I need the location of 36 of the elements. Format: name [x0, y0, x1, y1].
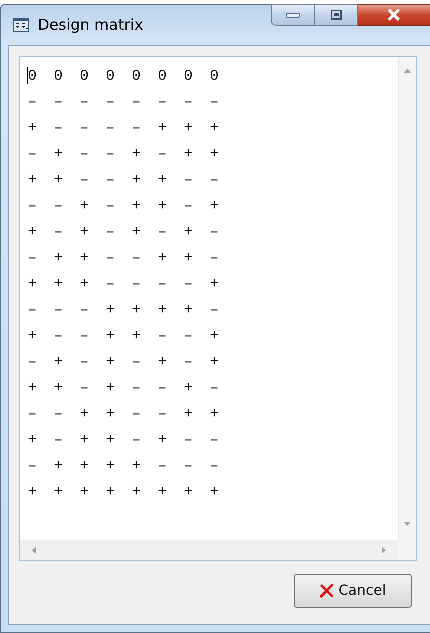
left-arrow-icon[interactable]: [32, 546, 36, 554]
down-arrow-icon[interactable]: [404, 522, 411, 526]
maximize-button[interactable]: [315, 4, 358, 26]
matrix-row: + – – – – + + +: [28, 120, 224, 136]
matrix-row: – – – – – – – –: [28, 94, 224, 110]
matrix-row: + – + + – + – –: [28, 432, 224, 448]
right-arrow-icon[interactable]: [382, 546, 386, 554]
matrix-row: + + – + – – + –: [28, 380, 224, 396]
text-cursor: [27, 67, 28, 84]
matrix-row: – + – – + – + +: [28, 146, 224, 162]
minimize-icon: [286, 12, 300, 18]
cancel-button[interactable]: Cancel: [294, 574, 412, 608]
grid-icon: [13, 18, 29, 32]
close-icon: [387, 9, 401, 21]
matrix-row: + – + – + – + –: [28, 224, 224, 240]
matrix-row: – + + + + – – –: [28, 458, 224, 474]
matrix-row: – – – + + + + –: [28, 302, 224, 318]
matrix-row: + + – – + + – –: [28, 172, 224, 188]
close-button[interactable]: [358, 4, 430, 26]
matrix-row: – – + – + + – +: [28, 198, 224, 214]
matrix-row: + + + + + + + +: [28, 484, 224, 500]
cross-icon: [320, 584, 334, 598]
scrollbar-corner: [398, 540, 416, 560]
matrix-text-area[interactable]: [19, 56, 417, 561]
matrix-row: + + + – – – – +: [28, 276, 224, 292]
matrix-row: – + – + – + – +: [28, 354, 224, 370]
matrix-row: – + + – – + + –: [28, 250, 224, 266]
horizontal-scrollbar[interactable]: [20, 540, 398, 560]
matrix-row: – – + + – – + +: [28, 406, 224, 422]
matrix-row: 0 0 0 0 0 0 0 0: [28, 68, 224, 84]
maximize-icon: [330, 10, 342, 20]
matrix-row: + – – + + – – +: [28, 328, 224, 344]
window-title: Design matrix: [38, 16, 144, 34]
up-arrow-icon[interactable]: [404, 69, 411, 73]
vertical-scrollbar[interactable]: [398, 57, 416, 540]
minimize-button[interactable]: [271, 4, 315, 26]
